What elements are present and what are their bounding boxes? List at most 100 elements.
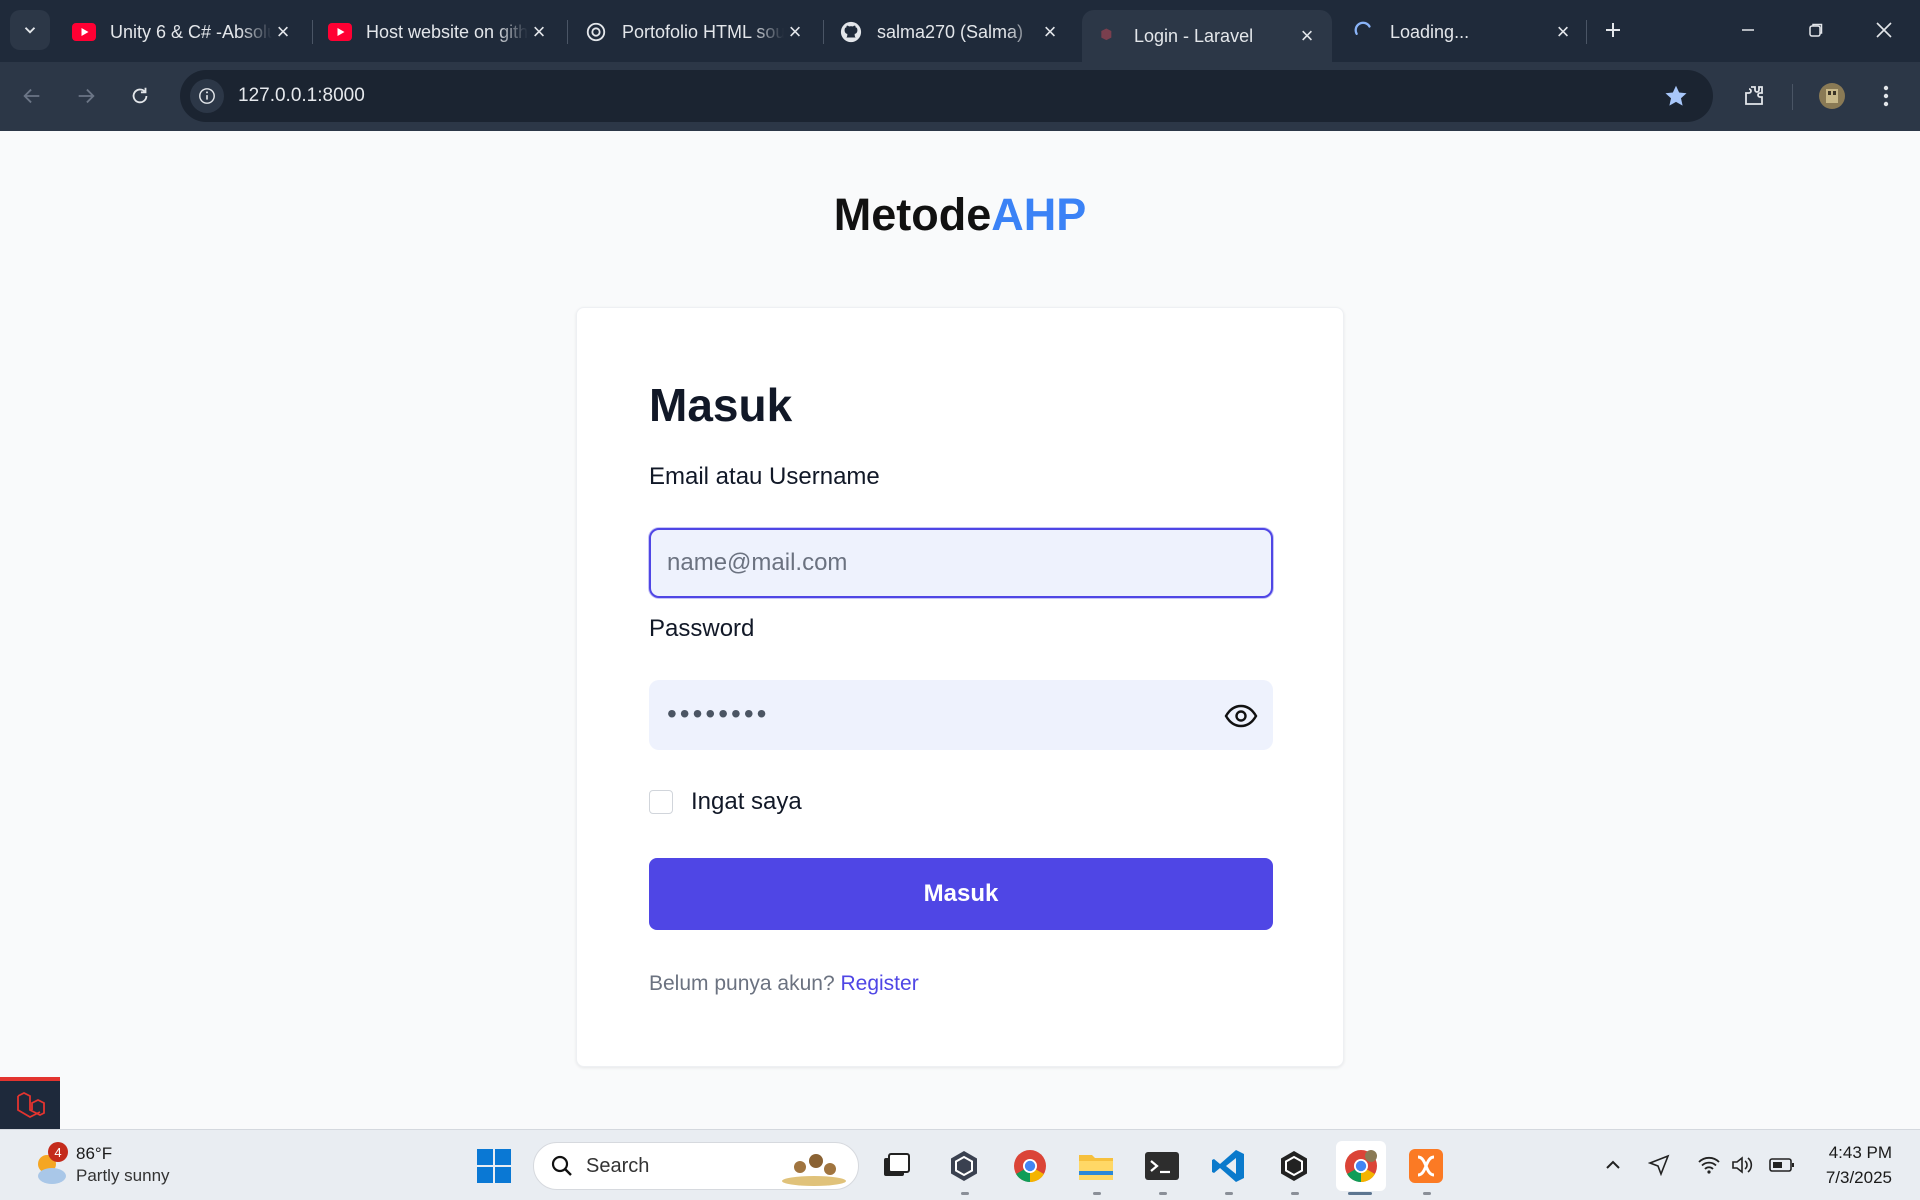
tab-login-laravel[interactable]: Login - Laravel × xyxy=(1082,10,1332,62)
restore-icon xyxy=(1809,23,1823,37)
password-mask: •••••••• xyxy=(667,698,770,729)
brand-logo: MetodeAHP xyxy=(0,189,1920,241)
login-submit-button[interactable]: Masuk xyxy=(649,858,1273,930)
tab-host-website[interactable]: Host website on github × xyxy=(314,10,564,54)
email-label: Email atau Username xyxy=(649,463,880,490)
youtube-icon xyxy=(328,20,352,44)
address-bar[interactable]: 127.0.0.1:8000 xyxy=(180,70,1713,122)
restore-button[interactable] xyxy=(1788,10,1844,50)
tab-unity[interactable]: Unity 6 & C# -Absolute × xyxy=(58,10,308,54)
volume-icon[interactable] xyxy=(1727,1150,1757,1180)
arrow-right-icon xyxy=(78,88,95,104)
tab-loading[interactable]: Loading... × xyxy=(1338,10,1588,54)
system-clock[interactable]: 4:43 PM 7/3/2025 xyxy=(1826,1140,1892,1190)
loading-spinner-icon xyxy=(1352,20,1376,44)
register-prompt: Belum punya akun? Register xyxy=(649,972,919,996)
running-indicator xyxy=(961,1192,969,1195)
chevron-up-icon[interactable] xyxy=(1598,1150,1628,1180)
password-field[interactable]: •••••••• xyxy=(649,680,1273,750)
tab-separator xyxy=(567,20,568,44)
close-icon[interactable]: × xyxy=(272,19,294,44)
openai-icon xyxy=(584,20,608,44)
running-indicator xyxy=(1291,1192,1299,1195)
tab-title: Loading... xyxy=(1390,21,1470,42)
windows-taskbar: 4 86°F Partly sunny Search 4:43 PM 7/3/2… xyxy=(0,1129,1920,1200)
unity-icon[interactable] xyxy=(1272,1144,1316,1188)
tab-separator xyxy=(312,20,313,44)
weather-badge: 4 xyxy=(48,1142,68,1162)
minimize-button[interactable] xyxy=(1720,10,1776,50)
forward-button[interactable] xyxy=(68,78,104,114)
toolbar-divider xyxy=(1792,84,1793,110)
eye-icon[interactable] xyxy=(1223,698,1259,734)
file-explorer-icon[interactable] xyxy=(1074,1144,1118,1188)
running-indicator xyxy=(1093,1192,1101,1195)
tab-title: Unity 6 & C# -Absolute xyxy=(110,21,272,42)
remember-checkbox[interactable] xyxy=(649,790,673,814)
laravel-icon xyxy=(1096,24,1120,48)
task-view-icon[interactable] xyxy=(874,1144,918,1188)
register-link[interactable]: Register xyxy=(840,972,918,995)
active-indicator xyxy=(1348,1192,1372,1195)
url-text[interactable]: 127.0.0.1:8000 xyxy=(238,85,365,107)
email-field[interactable] xyxy=(651,530,1271,596)
brand-part-1: Metode xyxy=(833,189,992,240)
terminal-icon[interactable] xyxy=(1140,1144,1184,1188)
plus-icon xyxy=(1606,23,1620,37)
chrome-icon[interactable] xyxy=(1008,1144,1052,1188)
remember-label[interactable]: Ingat saya xyxy=(691,788,802,816)
running-indicator xyxy=(1423,1192,1431,1195)
chevron-down-icon xyxy=(24,27,36,34)
minimize-icon xyxy=(1742,29,1754,31)
close-icon[interactable]: × xyxy=(784,19,806,44)
tab-title: Host website on github xyxy=(366,21,528,42)
browser-menu-icon[interactable] xyxy=(1868,78,1904,114)
arrow-left-icon xyxy=(23,88,40,104)
tab-search-button[interactable] xyxy=(10,10,50,50)
clock-date: 7/3/2025 xyxy=(1825,1168,1892,1187)
laravel-debugbar-icon[interactable] xyxy=(0,1077,60,1129)
reload-icon xyxy=(132,87,148,104)
search-label: Search xyxy=(586,1154,650,1177)
close-window-button[interactable] xyxy=(1856,10,1912,50)
back-button[interactable] xyxy=(14,78,50,114)
browser-tab-bar: Unity 6 & C# -Absolute × Host website on… xyxy=(0,0,1920,62)
search-highlight-icon xyxy=(782,1154,846,1186)
tab-title: Portofolio HTML source xyxy=(622,21,784,42)
weather-condition: Partly sunny xyxy=(76,1166,170,1185)
location-icon[interactable] xyxy=(1644,1150,1674,1180)
site-info-icon[interactable] xyxy=(190,79,224,113)
weather-widget[interactable]: 4 86°F Partly sunny xyxy=(26,1142,186,1190)
weather-temp: 86°F xyxy=(76,1144,113,1163)
tab-portofolio[interactable]: Portofolio HTML source × xyxy=(570,10,820,54)
running-indicator xyxy=(1159,1192,1167,1195)
github-icon xyxy=(839,20,863,44)
close-icon xyxy=(1876,22,1892,38)
close-icon[interactable]: × xyxy=(1552,19,1574,44)
vscode-icon[interactable] xyxy=(1206,1144,1250,1188)
unity-hub-icon[interactable] xyxy=(942,1144,986,1188)
reload-button[interactable] xyxy=(122,78,158,114)
taskbar-search[interactable]: Search xyxy=(533,1142,859,1190)
search-icon xyxy=(551,1155,572,1176)
page-content: MetodeAHP Masuk Email atau Username Pass… xyxy=(0,131,1920,1129)
xampp-icon[interactable] xyxy=(1404,1144,1448,1188)
battery-icon[interactable] xyxy=(1767,1150,1797,1180)
new-tab-button[interactable] xyxy=(1585,10,1641,50)
close-icon[interactable]: × xyxy=(1039,19,1061,44)
tab-title: Login - Laravel xyxy=(1134,25,1254,46)
login-card: Masuk Email atau Username Password •••••… xyxy=(576,307,1344,1067)
register-prompt-text: Belum punya akun? xyxy=(649,972,835,995)
windows-start-icon[interactable] xyxy=(472,1144,516,1188)
chrome-active-icon[interactable] xyxy=(1336,1141,1386,1191)
password-label: Password xyxy=(649,615,755,642)
brand-part-2: AHP xyxy=(991,189,1087,240)
close-icon[interactable]: × xyxy=(528,19,550,44)
wifi-icon[interactable] xyxy=(1694,1150,1724,1180)
extensions-icon[interactable] xyxy=(1736,78,1772,114)
profile-avatar[interactable] xyxy=(1814,78,1850,114)
tab-github[interactable]: salma270 (Salma) × xyxy=(825,10,1075,54)
close-icon[interactable]: × xyxy=(1296,23,1318,48)
bookmark-star-icon[interactable] xyxy=(1663,83,1689,114)
browser-toolbar: 127.0.0.1:8000 xyxy=(0,62,1920,131)
